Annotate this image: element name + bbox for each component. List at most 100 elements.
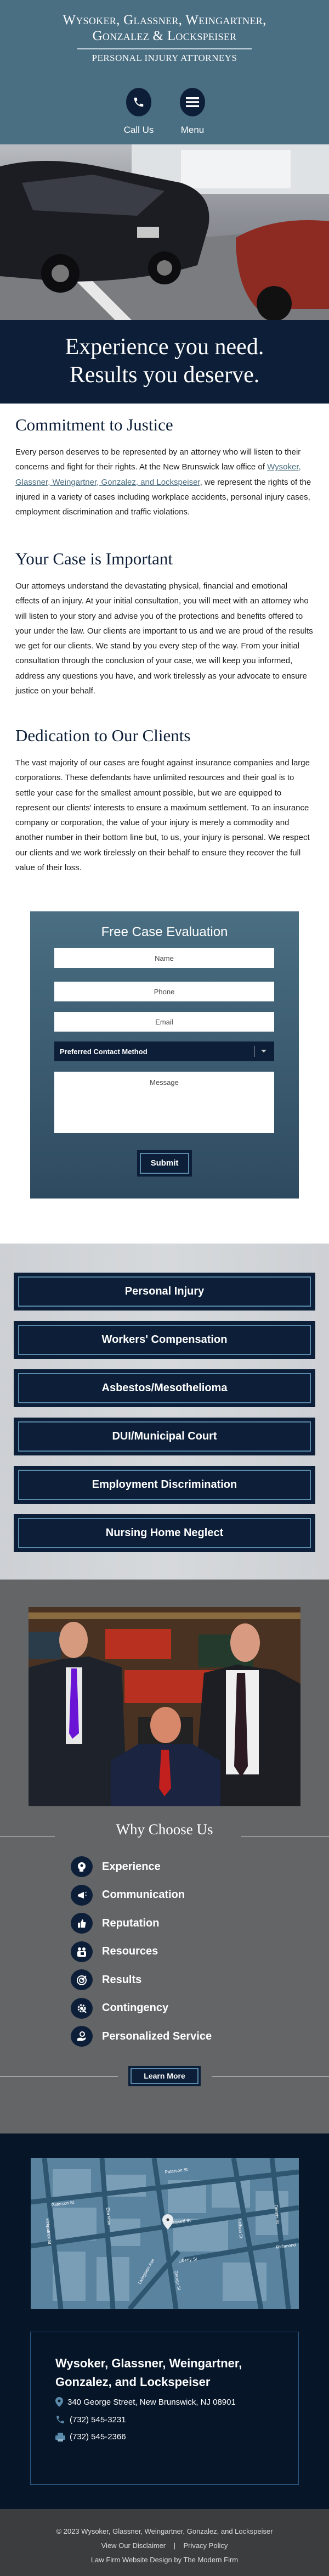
address-row[interactable]: 340 George Street, New Brunswick, NJ 089… xyxy=(55,2397,298,2407)
location-section: Paterson St Paterson St Bayard St Liberty S… xyxy=(0,2133,329,2509)
banner-line1: Experience you need. xyxy=(65,334,264,360)
attorneys-photo xyxy=(29,1607,300,1806)
practice-area-label: Personal Injury xyxy=(18,1276,311,1307)
fax-printer-icon xyxy=(55,2432,65,2441)
street-address: 340 George Street, New Brunswick, NJ 089… xyxy=(67,2397,236,2407)
hamburger-icon xyxy=(186,97,199,107)
why-item-label: Experience xyxy=(102,1860,161,1873)
practice-area-label: Nursing Home Neglect xyxy=(18,1518,311,1548)
site-footer: © 2023 Wysoker, Glassner, Weingartner, G… xyxy=(0,2509,329,2576)
location-pin-icon xyxy=(55,2397,63,2407)
firm-name: Wysoker, Glassner, Weingartner, Gonzalez,… xyxy=(55,2354,298,2392)
copyright: © 2023 Wysoker, Glassner, Weingartner, G… xyxy=(56,2527,273,2535)
name-line1: Wysoker, Glassner, Weingartner, xyxy=(55,2356,242,2370)
section-heading: Commitment to Justice xyxy=(15,415,173,434)
why-item-label: Personalized Service xyxy=(102,2030,212,2042)
why-item-label: Contingency xyxy=(102,2002,169,2014)
section-text: Our attorneys understand the devastating… xyxy=(15,581,313,696)
why-item: Personalized Service xyxy=(71,2026,212,2047)
practice-area-button[interactable]: Workers' Compensation xyxy=(14,1321,315,1359)
email-input[interactable]: Email xyxy=(54,1012,274,1032)
disclaimer-link[interactable]: View Our Disclaimer xyxy=(101,2541,166,2550)
tagline: PERSONAL INJURY ATTORNEYS xyxy=(92,53,237,63)
case-evaluation-form: Free Case Evaluation Name Phone Email Pr… xyxy=(30,911,299,1199)
firm-name-line2: Gonzalez & Lockspeiser xyxy=(92,29,237,43)
why-item: Contingency xyxy=(71,1997,169,2019)
learn-more-button[interactable]: Learn More xyxy=(128,2066,201,2086)
firm-name-line1: Wysoker, Glassner, Weingartner, xyxy=(63,13,266,27)
divider-line xyxy=(0,2076,118,2077)
section-text: The vast majority of our cases are fough… xyxy=(15,758,310,873)
section-case: Your Case is Important Our attorneys und… xyxy=(15,549,314,698)
why-item: Communication xyxy=(71,1884,185,1906)
practice-area-button[interactable]: Employment Discrimination xyxy=(14,1466,315,1504)
privacy-link[interactable]: Privacy Policy xyxy=(183,2541,228,2550)
why-title: Why Choose Us xyxy=(116,1821,213,1838)
practice-areas: Personal Injury Workers' Compensation Asbe… xyxy=(0,1244,329,1580)
section-heading: Dedication to Our Clients xyxy=(15,726,191,745)
fax-number: (732) 545-2366 xyxy=(70,2432,126,2441)
practice-area-button[interactable]: Personal Injury xyxy=(14,1273,315,1311)
message-textarea[interactable]: Message xyxy=(54,1072,274,1133)
call-label[interactable]: Call Us xyxy=(111,125,166,136)
people-icon xyxy=(71,1941,93,1962)
why-item-label: Communication xyxy=(102,1889,185,1901)
address-card: Wysoker, Glassner, Weingartner, Gonzalez,… xyxy=(30,2332,299,2485)
street-label: Liberty St xyxy=(178,2256,197,2264)
form-title: Free Case Evaluation xyxy=(101,925,228,939)
why-item: Reputation xyxy=(71,1913,159,1934)
menu-label[interactable]: Menu xyxy=(165,125,220,136)
why-item-label: Results xyxy=(102,1973,142,1986)
learn-more-label: Learn More xyxy=(131,2068,198,2084)
logo-divider xyxy=(77,48,252,49)
megaphone-icon xyxy=(71,1884,93,1906)
why-item-label: Reputation xyxy=(102,1917,160,1929)
practice-area-button[interactable]: DUI/Municipal Court xyxy=(14,1418,315,1455)
hand-person-icon xyxy=(71,2026,93,2047)
practice-area-button[interactable]: Nursing Home Neglect xyxy=(14,1514,315,1552)
gear-icon xyxy=(71,1997,93,2019)
text: Every person deserves to be represented … xyxy=(15,447,301,472)
head-gear-icon xyxy=(71,1856,93,1877)
name-input[interactable]: Name xyxy=(54,948,274,968)
why-choose-us-section: Why Choose Us Experience Communication Rep… xyxy=(0,1580,329,2133)
street-label: Neilson St xyxy=(237,2218,243,2239)
practice-area-label: Workers' Compensation xyxy=(18,1325,311,1355)
why-item: Results xyxy=(71,1969,141,1990)
practice-area-label: DUI/Municipal Court xyxy=(18,1421,311,1452)
contact-method-select[interactable]: Preferred Contact Method xyxy=(54,1041,274,1061)
separator: | xyxy=(173,2541,175,2550)
practice-area-label: Asbestos/Mesothelioma xyxy=(18,1373,311,1403)
select-value: Preferred Contact Method xyxy=(60,1047,148,1056)
why-item: Experience xyxy=(71,1856,161,1877)
practice-area-label: Employment Discrimination xyxy=(18,1470,311,1500)
practice-area-button[interactable]: Asbestos/Mesothelioma xyxy=(14,1369,315,1407)
section-text: Every person deserves to be represented … xyxy=(15,445,314,519)
map[interactable]: Paterson St Paterson St Bayard St Liberty S… xyxy=(31,2158,299,2309)
call-button[interactable] xyxy=(126,88,151,116)
credit-link[interactable]: Law Firm Website Design by The Modern Fi… xyxy=(0,2553,329,2567)
street-label: Paterson St xyxy=(164,2167,188,2175)
phone-number: (732) 545-3231 xyxy=(70,2415,126,2424)
thumbs-up-icon xyxy=(71,1913,93,1934)
divider-line xyxy=(212,2076,329,2077)
phone-icon xyxy=(56,2416,64,2423)
target-icon xyxy=(71,1969,93,1990)
section-dedication: Dedication to Our Clients The vast major… xyxy=(15,726,314,875)
why-item: Resources xyxy=(71,1941,158,1962)
name-line2: Gonzalez, and Lockspeiser xyxy=(55,2375,211,2389)
submit-button[interactable]: Submit xyxy=(137,1150,192,1177)
hero-image-car-crash xyxy=(0,144,329,320)
chevron-down-icon xyxy=(261,1050,266,1052)
site-header: Wysoker, Glassner, Weingartner, Gonzalez… xyxy=(0,0,329,144)
why-item-label: Resources xyxy=(102,1945,158,1957)
fax-row: (732) 545-2366 xyxy=(55,2432,298,2441)
banner-line2: Results you deserve. xyxy=(69,362,260,388)
phone-row[interactable]: (732) 545-3231 xyxy=(55,2415,298,2424)
phone-input[interactable]: Phone xyxy=(54,982,274,1001)
menu-button[interactable] xyxy=(180,88,205,116)
submit-label: Submit xyxy=(140,1153,189,1174)
tagline-banner: Experience you need. Results you deserve… xyxy=(0,320,329,404)
phone-icon xyxy=(134,97,144,107)
firm-logo[interactable]: Wysoker, Glassner, Weingartner, Gonzalez… xyxy=(0,0,329,44)
